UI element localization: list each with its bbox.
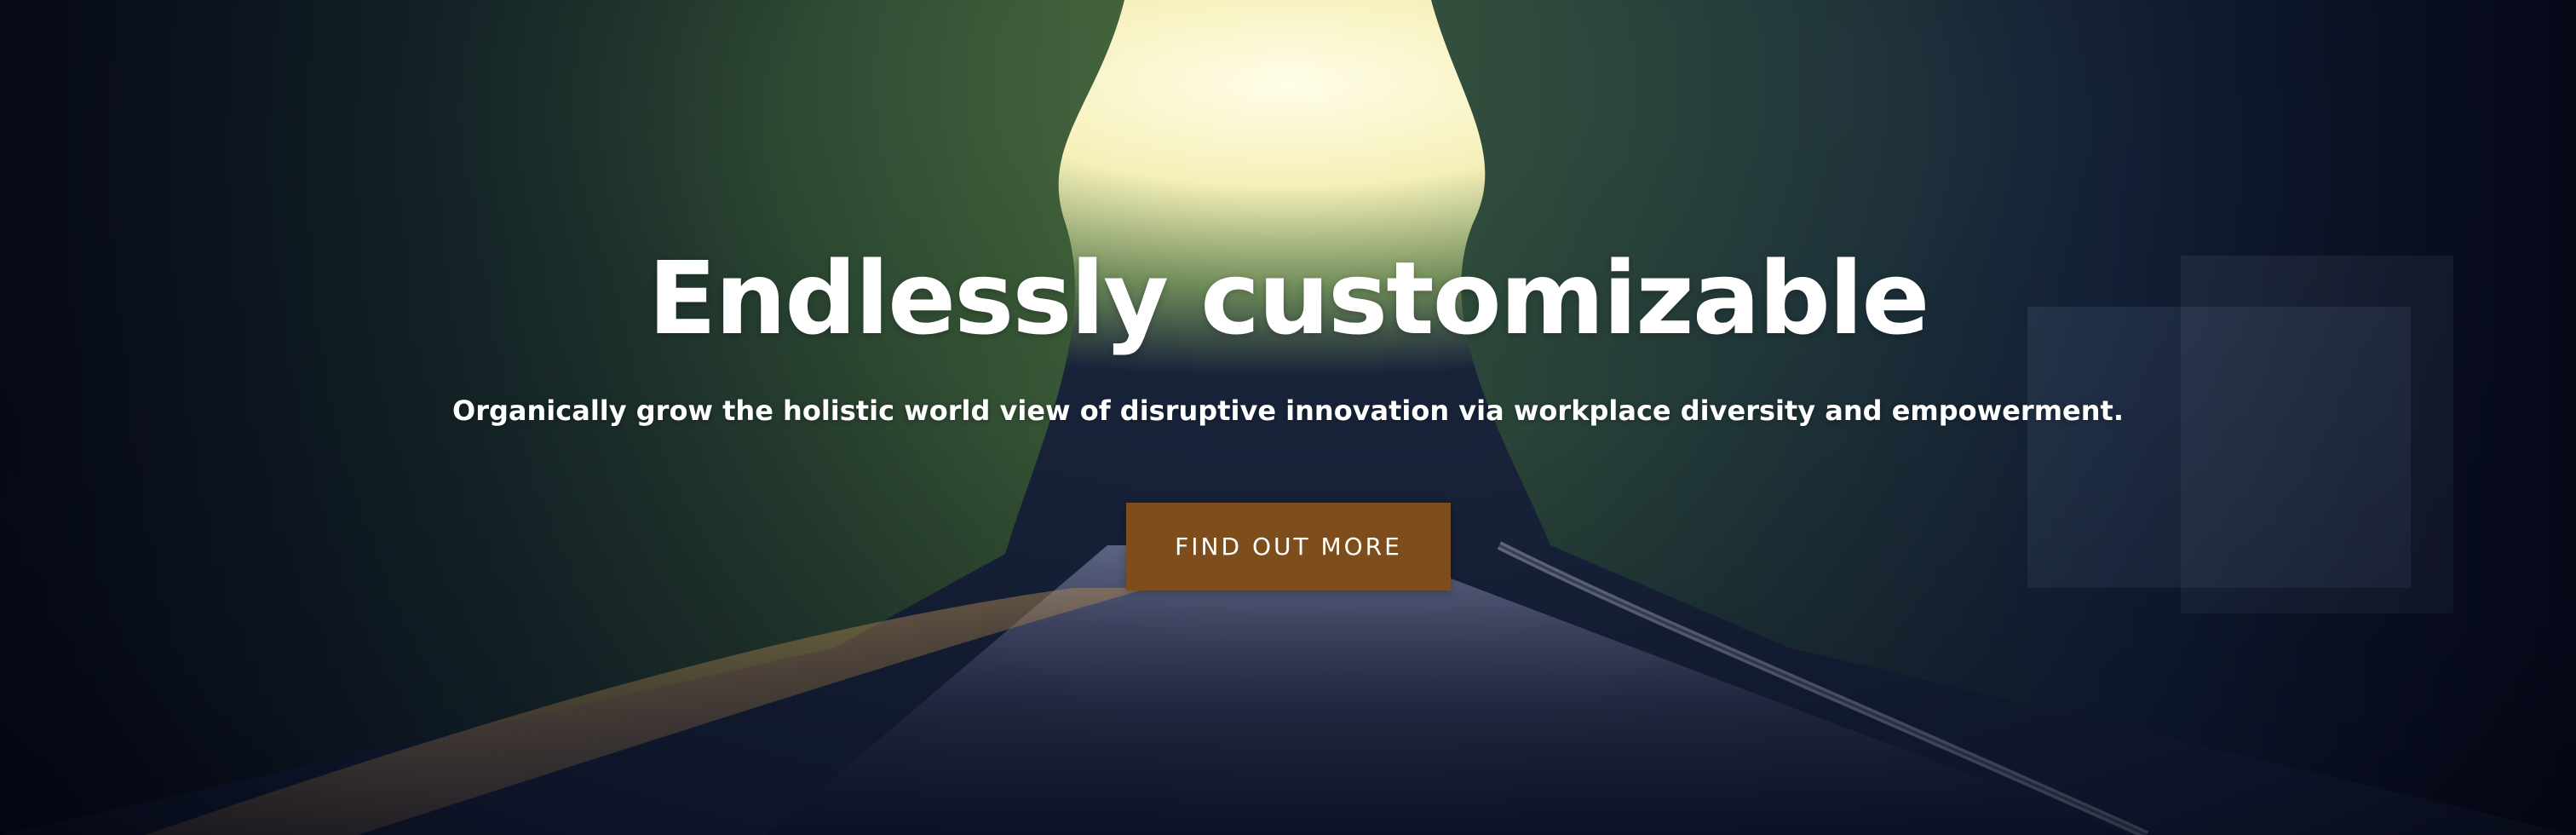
- hero-section: Endlessly customizable Organically grow …: [0, 0, 2576, 835]
- hero-title: Endlessly customizable: [647, 239, 1930, 357]
- hero-subtitle: Organically grow the holistic world view…: [452, 394, 2124, 427]
- hero-content: Endlessly customizable Organically grow …: [0, 0, 2576, 835]
- find-out-more-button[interactable]: FIND OUT MORE: [1126, 503, 1451, 590]
